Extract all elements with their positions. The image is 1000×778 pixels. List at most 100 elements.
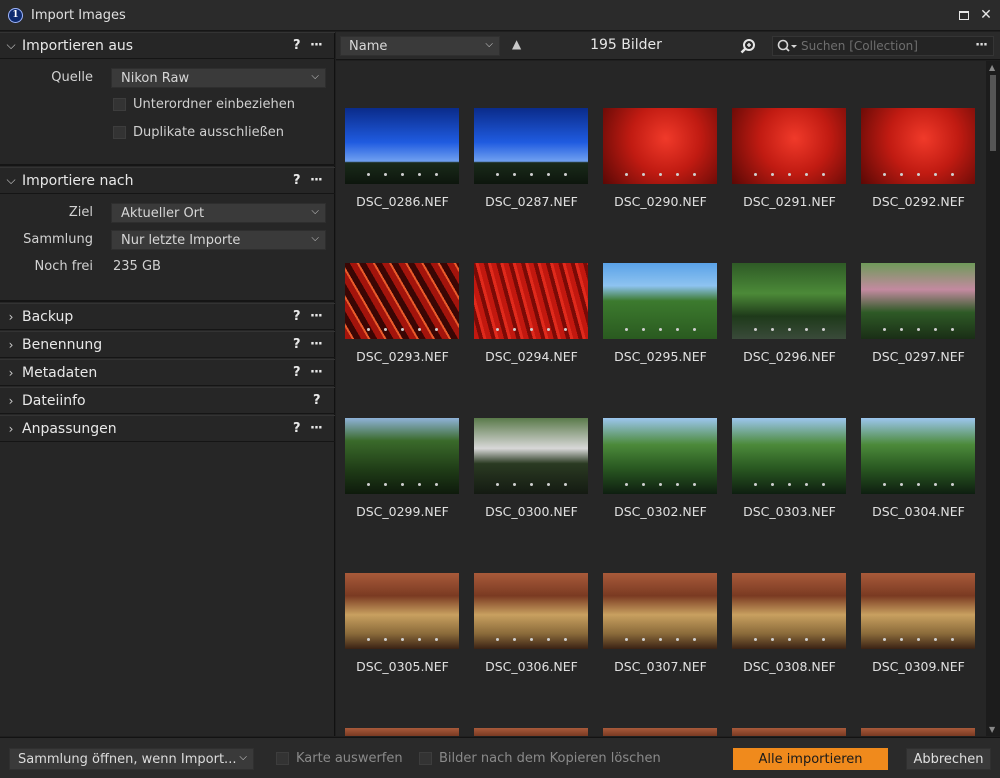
ziel-dropdown[interactable]: Aktueller Ort ⌵: [111, 203, 326, 223]
rating-dot-icon[interactable]: [899, 173, 903, 176]
rating-dot-icon[interactable]: [529, 173, 533, 176]
rating-dot-icon[interactable]: [366, 638, 370, 641]
rating-dot-icon[interactable]: [641, 638, 645, 641]
open-collection-dropdown[interactable]: Sammlung öffnen, wenn Import... ⌵: [9, 748, 254, 770]
rating-dots[interactable]: [603, 328, 717, 331]
rating-dot-icon[interactable]: [882, 173, 886, 176]
rating-dot-icon[interactable]: [821, 173, 825, 176]
rating-dot-icon[interactable]: [821, 638, 825, 641]
rating-dots[interactable]: [345, 483, 459, 486]
sort-dropdown[interactable]: Name ⌵: [340, 36, 500, 56]
image-thumbnail[interactable]: [732, 263, 846, 339]
cancel-button[interactable]: Abbrechen: [906, 748, 991, 770]
help-icon[interactable]: ?: [313, 393, 321, 408]
sort-direction-icon[interactable]: ▲: [512, 37, 521, 51]
rating-dot-icon[interactable]: [495, 638, 499, 641]
scroll-down-icon[interactable]: ▼: [989, 725, 995, 734]
rating-dot-icon[interactable]: [787, 638, 791, 641]
help-icon[interactable]: ?: [293, 173, 301, 188]
image-thumbnail[interactable]: [345, 418, 459, 494]
image-thumbnail[interactable]: [345, 573, 459, 649]
sammlung-dropdown[interactable]: Nur letzte Importe ⌵: [111, 230, 326, 250]
scrollbar-thumb[interactable]: [990, 75, 996, 151]
rating-dot-icon[interactable]: [512, 483, 516, 486]
rating-dot-icon[interactable]: [658, 483, 662, 486]
rating-dot-icon[interactable]: [821, 328, 825, 331]
section-header-metadaten[interactable]: › Metadaten ? ···: [0, 359, 335, 386]
eject-card-checkbox[interactable]: [276, 752, 289, 765]
rating-dot-icon[interactable]: [770, 173, 774, 176]
rating-dot-icon[interactable]: [495, 328, 499, 331]
rating-dots[interactable]: [603, 173, 717, 176]
rating-dot-icon[interactable]: [753, 638, 757, 641]
rating-dot-icon[interactable]: [899, 638, 903, 641]
rating-dot-icon[interactable]: [512, 638, 516, 641]
image-thumbnail[interactable]: [861, 418, 975, 494]
rating-dots[interactable]: [474, 173, 588, 176]
image-thumbnail[interactable]: [345, 263, 459, 339]
rating-dot-icon[interactable]: [546, 638, 550, 641]
rating-dot-icon[interactable]: [417, 328, 421, 331]
help-icon[interactable]: ?: [293, 38, 301, 53]
rating-dot-icon[interactable]: [933, 638, 937, 641]
rating-dot-icon[interactable]: [417, 173, 421, 176]
section-header-destination[interactable]: ⌵ Importiere nach ? ···: [0, 167, 335, 194]
rating-dot-icon[interactable]: [624, 328, 628, 331]
rating-dot-icon[interactable]: [821, 483, 825, 486]
rating-dot-icon[interactable]: [916, 173, 920, 176]
help-icon[interactable]: ?: [293, 365, 301, 380]
rating-dot-icon[interactable]: [529, 638, 533, 641]
rating-dot-icon[interactable]: [366, 328, 370, 331]
image-thumbnail[interactable]: [345, 728, 459, 736]
rating-dot-icon[interactable]: [495, 173, 499, 176]
rating-dot-icon[interactable]: [624, 483, 628, 486]
rating-dots[interactable]: [732, 638, 846, 641]
rating-dot-icon[interactable]: [899, 483, 903, 486]
rating-dot-icon[interactable]: [641, 173, 645, 176]
image-thumbnail[interactable]: [474, 573, 588, 649]
rating-dots[interactable]: [603, 483, 717, 486]
rating-dot-icon[interactable]: [804, 328, 808, 331]
rating-dot-icon[interactable]: [804, 483, 808, 486]
rating-dot-icon[interactable]: [434, 483, 438, 486]
rating-dot-icon[interactable]: [882, 638, 886, 641]
rating-dot-icon[interactable]: [675, 483, 679, 486]
section-header-backup[interactable]: › Backup ? ···: [0, 303, 335, 330]
rating-dot-icon[interactable]: [770, 483, 774, 486]
rating-dot-icon[interactable]: [933, 173, 937, 176]
rating-dot-icon[interactable]: [787, 328, 791, 331]
image-thumbnail[interactable]: [861, 728, 975, 736]
rating-dots[interactable]: [861, 638, 975, 641]
image-thumbnail[interactable]: [732, 418, 846, 494]
rating-dot-icon[interactable]: [383, 173, 387, 176]
rating-dot-icon[interactable]: [546, 483, 550, 486]
image-thumbnail[interactable]: [603, 263, 717, 339]
more-options-icon[interactable]: ···: [310, 309, 323, 324]
rating-dot-icon[interactable]: [692, 483, 696, 486]
rating-dot-icon[interactable]: [882, 483, 886, 486]
rating-dot-icon[interactable]: [916, 638, 920, 641]
more-options-icon[interactable]: ···: [310, 365, 323, 380]
rating-dots[interactable]: [345, 173, 459, 176]
rating-dot-icon[interactable]: [563, 328, 567, 331]
rating-dot-icon[interactable]: [933, 483, 937, 486]
rating-dot-icon[interactable]: [950, 483, 954, 486]
rating-dot-icon[interactable]: [770, 328, 774, 331]
rating-dot-icon[interactable]: [512, 328, 516, 331]
rating-dot-icon[interactable]: [383, 328, 387, 331]
image-thumbnail[interactable]: [474, 263, 588, 339]
rating-dot-icon[interactable]: [400, 328, 404, 331]
image-thumbnail[interactable]: [861, 108, 975, 184]
more-options-icon[interactable]: ···: [310, 38, 323, 53]
section-header-source[interactable]: ⌵ Importieren aus ? ···: [0, 32, 335, 59]
rating-dot-icon[interactable]: [624, 638, 628, 641]
rating-dots[interactable]: [474, 483, 588, 486]
rating-dots[interactable]: [345, 638, 459, 641]
rating-dots[interactable]: [732, 483, 846, 486]
rating-dot-icon[interactable]: [658, 638, 662, 641]
rating-dot-icon[interactable]: [383, 483, 387, 486]
close-button[interactable]: ✕: [977, 6, 995, 24]
rating-dot-icon[interactable]: [916, 483, 920, 486]
search-input[interactable]: [801, 39, 961, 53]
rating-dot-icon[interactable]: [563, 173, 567, 176]
